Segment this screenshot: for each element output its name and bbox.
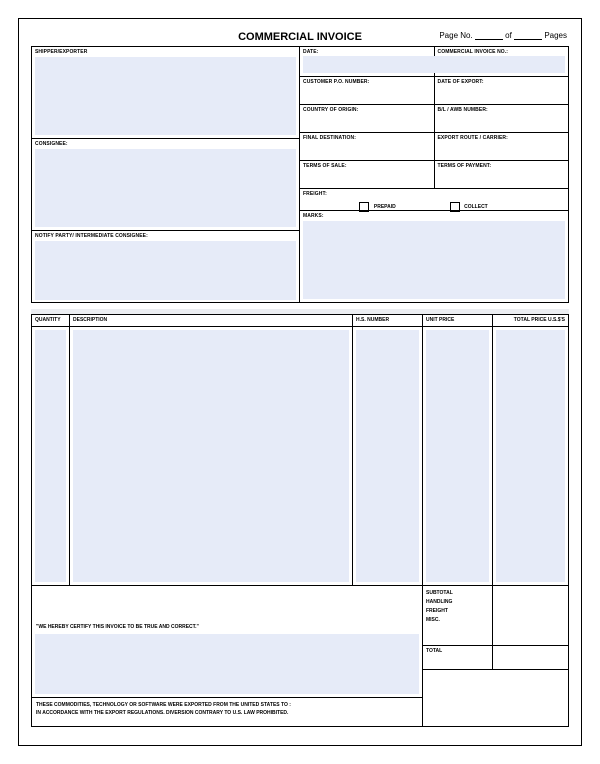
header-bar: COMMERCIAL INVOICE Page No. of Pages: [31, 31, 569, 47]
marks-box[interactable]: MARKS:: [300, 211, 568, 302]
terms-payment-box[interactable]: TERMS OF PAYMENT:: [435, 161, 569, 188]
handling-label: HANDLING: [426, 598, 489, 607]
consignee-box[interactable]: CONSIGNEE:: [32, 139, 299, 231]
date-box[interactable]: DATE:: [300, 47, 435, 76]
table-body[interactable]: [32, 327, 568, 586]
route-box[interactable]: EXPORT ROUTE / CARRIER:: [435, 133, 569, 160]
page-number: Page No. of Pages: [439, 31, 567, 40]
invoice-page: COMMERCIAL INVOICE Page No. of Pages SHI…: [18, 18, 582, 746]
col-unit-price: UNIT PRICE: [423, 315, 493, 326]
line-items-table: QUANTITY DESCRIPTION H.S. NUMBER UNIT PR…: [31, 315, 569, 727]
shipper-box[interactable]: SHIPPER/EXPORTER: [32, 47, 299, 139]
po-box[interactable]: CUSTOMER P.O. NUMBER:: [300, 77, 435, 104]
col-hs-number: H.S. NUMBER: [353, 315, 423, 326]
total-label: TOTAL: [423, 646, 493, 669]
subtotal-label: SUBTOTAL: [426, 589, 489, 598]
export-statement: THESE COMMODITIES, TECHNOLOGY OR SOFTWAR…: [32, 698, 422, 726]
origin-box[interactable]: COUNTRY OF ORIGIN:: [300, 105, 435, 132]
total-value[interactable]: [493, 646, 568, 669]
misc-label: MISC.: [426, 616, 489, 625]
col-description: DESCRIPTION: [70, 315, 353, 326]
terms-sale-box[interactable]: TERMS OF SALE:: [300, 161, 435, 188]
upper-section: SHIPPER/EXPORTER CONSIGNEE: NOTIFY PARTY…: [31, 47, 569, 303]
col-total-price: TOTAL PRICE U.S.$'S: [493, 315, 568, 326]
notify-box[interactable]: NOTIFY PARTY/ INTERMEDIATE CONSIGNEE:: [32, 231, 299, 303]
awb-box[interactable]: B/L / AWB NUMBER:: [435, 105, 569, 132]
summary-box: SUBTOTAL HANDLING FREIGHT MISC. TOTAL: [423, 586, 568, 726]
freight-label: FREIGHT: [426, 607, 489, 616]
destination-box[interactable]: FINAL DESTINATION:: [300, 133, 435, 160]
freight-box: FREIGHT: PREPAID COLLECT: [300, 189, 568, 211]
certification-box[interactable]: "WE HEREBY CERTIFY THIS INVOICE TO BE TR…: [32, 586, 422, 698]
col-quantity: QUANTITY: [32, 315, 70, 326]
export-date-box[interactable]: DATE OF EXPORT:: [435, 77, 569, 104]
